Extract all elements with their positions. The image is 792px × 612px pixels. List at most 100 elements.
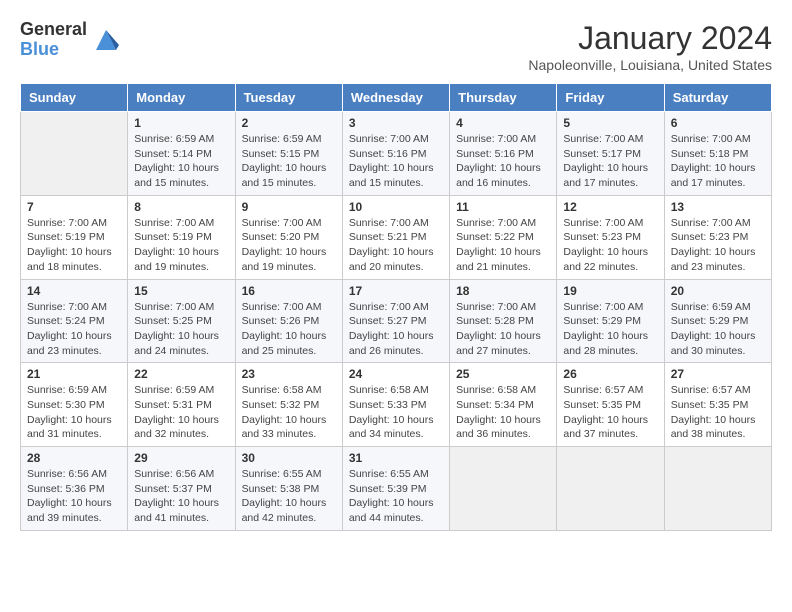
day-number: 17	[349, 284, 443, 298]
day-number: 15	[134, 284, 228, 298]
calendar-cell: 21 Sunrise: 6:59 AM Sunset: 5:30 PM Dayli…	[21, 363, 128, 447]
calendar-week-row: 21 Sunrise: 6:59 AM Sunset: 5:30 PM Dayli…	[21, 363, 772, 447]
logo-icon	[91, 25, 121, 55]
day-info: Sunrise: 7:00 AM Sunset: 5:28 PM Dayligh…	[456, 300, 550, 359]
calendar-cell: 16Sunrise: 7:00 AM Sunset: 5:26 PM Dayli…	[235, 279, 342, 363]
calendar-cell: 31 Sunrise: 6:55 AM Sunset: 5:39 PM Dayli…	[342, 447, 449, 531]
day-info: Sunrise: 7:00 AM Sunset: 5:24 PM Dayligh…	[27, 300, 121, 359]
day-number: 30	[242, 451, 336, 465]
day-info: Sunrise: 7:00 AM Sunset: 5:18 PM Dayligh…	[671, 132, 765, 191]
day-number: 1	[134, 116, 228, 130]
day-number: 29	[134, 451, 228, 465]
calendar-cell: 22 Sunrise: 6:59 AM Sunset: 5:31 PM Dayli…	[128, 363, 235, 447]
weekday-header-row: SundayMondayTuesdayWednesdayThursdayFrid…	[21, 84, 772, 112]
day-info: Sunrise: 6:57 AM Sunset: 5:35 PM Dayligh…	[671, 383, 765, 442]
logo-general-text: General	[20, 20, 87, 40]
day-info: Sunrise: 7:00 AM Sunset: 5:20 PM Dayligh…	[242, 216, 336, 275]
calendar-cell: 27 Sunrise: 6:57 AM Sunset: 5:35 PM Dayli…	[664, 363, 771, 447]
calendar-cell: 19 Sunrise: 7:00 AM Sunset: 5:29 PM Dayli…	[557, 279, 664, 363]
day-info: Sunrise: 6:55 AM Sunset: 5:38 PM Dayligh…	[242, 467, 336, 526]
calendar-cell: 6 Sunrise: 7:00 AM Sunset: 5:18 PM Daylig…	[664, 112, 771, 196]
calendar-cell	[664, 447, 771, 531]
calendar-cell: 2Sunrise: 6:59 AM Sunset: 5:15 PM Daylig…	[235, 112, 342, 196]
calendar-cell: 17Sunrise: 7:00 AM Sunset: 5:27 PM Dayli…	[342, 279, 449, 363]
day-number: 7	[27, 200, 121, 214]
day-info: Sunrise: 7:00 AM Sunset: 5:16 PM Dayligh…	[349, 132, 443, 191]
calendar-cell: 15 Sunrise: 7:00 AM Sunset: 5:25 PM Dayli…	[128, 279, 235, 363]
calendar-cell: 7 Sunrise: 7:00 AM Sunset: 5:19 PM Daylig…	[21, 195, 128, 279]
logo: General Blue	[20, 20, 121, 60]
day-number: 12	[563, 200, 657, 214]
calendar-cell: 28Sunrise: 6:56 AM Sunset: 5:36 PM Dayli…	[21, 447, 128, 531]
day-number: 6	[671, 116, 765, 130]
day-info: Sunrise: 6:55 AM Sunset: 5:39 PM Dayligh…	[349, 467, 443, 526]
calendar-week-row: 28Sunrise: 6:56 AM Sunset: 5:36 PM Dayli…	[21, 447, 772, 531]
day-number: 22	[134, 367, 228, 381]
calendar-cell: 12 Sunrise: 7:00 AM Sunset: 5:23 PM Dayli…	[557, 195, 664, 279]
day-info: Sunrise: 6:59 AM Sunset: 5:30 PM Dayligh…	[27, 383, 121, 442]
calendar-cell: 18 Sunrise: 7:00 AM Sunset: 5:28 PM Dayli…	[450, 279, 557, 363]
day-info: Sunrise: 6:58 AM Sunset: 5:33 PM Dayligh…	[349, 383, 443, 442]
day-number: 13	[671, 200, 765, 214]
calendar-cell: 29 Sunrise: 6:56 AM Sunset: 5:37 PM Dayli…	[128, 447, 235, 531]
location-subtitle: Napoleonville, Louisiana, United States	[528, 57, 772, 73]
calendar-cell: 26 Sunrise: 6:57 AM Sunset: 5:35 PM Dayli…	[557, 363, 664, 447]
weekday-header-tuesday: Tuesday	[235, 84, 342, 112]
day-number: 9	[242, 200, 336, 214]
page-header: General Blue January 2024 Napoleonville,…	[20, 20, 772, 73]
day-info: Sunrise: 7:00 AM Sunset: 5:26 PM Dayligh…	[242, 300, 336, 359]
calendar-week-row: 1 Sunrise: 6:59 AM Sunset: 5:14 PM Daylig…	[21, 112, 772, 196]
day-info: Sunrise: 6:56 AM Sunset: 5:37 PM Dayligh…	[134, 467, 228, 526]
calendar-cell	[450, 447, 557, 531]
day-number: 19	[563, 284, 657, 298]
day-info: Sunrise: 6:56 AM Sunset: 5:36 PM Dayligh…	[27, 467, 121, 526]
day-number: 8	[134, 200, 228, 214]
day-info: Sunrise: 7:00 AM Sunset: 5:19 PM Dayligh…	[27, 216, 121, 275]
weekday-header-saturday: Saturday	[664, 84, 771, 112]
calendar-cell: 3 Sunrise: 7:00 AM Sunset: 5:16 PM Daylig…	[342, 112, 449, 196]
day-number: 10	[349, 200, 443, 214]
calendar-week-row: 7 Sunrise: 7:00 AM Sunset: 5:19 PM Daylig…	[21, 195, 772, 279]
weekday-header-sunday: Sunday	[21, 84, 128, 112]
calendar-cell: 24 Sunrise: 6:58 AM Sunset: 5:33 PM Dayli…	[342, 363, 449, 447]
calendar-cell: 1 Sunrise: 6:59 AM Sunset: 5:14 PM Daylig…	[128, 112, 235, 196]
weekday-header-monday: Monday	[128, 84, 235, 112]
weekday-header-friday: Friday	[557, 84, 664, 112]
day-number: 31	[349, 451, 443, 465]
day-info: Sunrise: 7:00 AM Sunset: 5:23 PM Dayligh…	[563, 216, 657, 275]
day-number: 18	[456, 284, 550, 298]
calendar-cell: 13Sunrise: 7:00 AM Sunset: 5:23 PM Dayli…	[664, 195, 771, 279]
calendar-week-row: 14 Sunrise: 7:00 AM Sunset: 5:24 PM Dayli…	[21, 279, 772, 363]
calendar-cell: 9 Sunrise: 7:00 AM Sunset: 5:20 PM Daylig…	[235, 195, 342, 279]
calendar-cell: 30 Sunrise: 6:55 AM Sunset: 5:38 PM Dayli…	[235, 447, 342, 531]
calendar-cell: 5Sunrise: 7:00 AM Sunset: 5:17 PM Daylig…	[557, 112, 664, 196]
day-number: 11	[456, 200, 550, 214]
calendar-cell: 20Sunrise: 6:59 AM Sunset: 5:29 PM Dayli…	[664, 279, 771, 363]
day-number: 3	[349, 116, 443, 130]
day-info: Sunrise: 6:57 AM Sunset: 5:35 PM Dayligh…	[563, 383, 657, 442]
weekday-header-wednesday: Wednesday	[342, 84, 449, 112]
weekday-header-thursday: Thursday	[450, 84, 557, 112]
day-number: 23	[242, 367, 336, 381]
calendar-cell: 4Sunrise: 7:00 AM Sunset: 5:16 PM Daylig…	[450, 112, 557, 196]
calendar-cell	[21, 112, 128, 196]
day-number: 21	[27, 367, 121, 381]
day-info: Sunrise: 7:00 AM Sunset: 5:29 PM Dayligh…	[563, 300, 657, 359]
day-info: Sunrise: 7:00 AM Sunset: 5:22 PM Dayligh…	[456, 216, 550, 275]
calendar-cell: 14 Sunrise: 7:00 AM Sunset: 5:24 PM Dayli…	[21, 279, 128, 363]
calendar-cell: 25Sunrise: 6:58 AM Sunset: 5:34 PM Dayli…	[450, 363, 557, 447]
day-info: Sunrise: 6:59 AM Sunset: 5:31 PM Dayligh…	[134, 383, 228, 442]
day-info: Sunrise: 6:59 AM Sunset: 5:29 PM Dayligh…	[671, 300, 765, 359]
day-info: Sunrise: 6:59 AM Sunset: 5:15 PM Dayligh…	[242, 132, 336, 191]
day-number: 26	[563, 367, 657, 381]
day-info: Sunrise: 6:59 AM Sunset: 5:14 PM Dayligh…	[134, 132, 228, 191]
day-info: Sunrise: 6:58 AM Sunset: 5:32 PM Dayligh…	[242, 383, 336, 442]
day-info: Sunrise: 7:00 AM Sunset: 5:17 PM Dayligh…	[563, 132, 657, 191]
day-number: 27	[671, 367, 765, 381]
month-title: January 2024	[528, 20, 772, 57]
day-number: 25	[456, 367, 550, 381]
day-info: Sunrise: 7:00 AM Sunset: 5:25 PM Dayligh…	[134, 300, 228, 359]
day-number: 24	[349, 367, 443, 381]
day-number: 14	[27, 284, 121, 298]
day-info: Sunrise: 7:00 AM Sunset: 5:19 PM Dayligh…	[134, 216, 228, 275]
